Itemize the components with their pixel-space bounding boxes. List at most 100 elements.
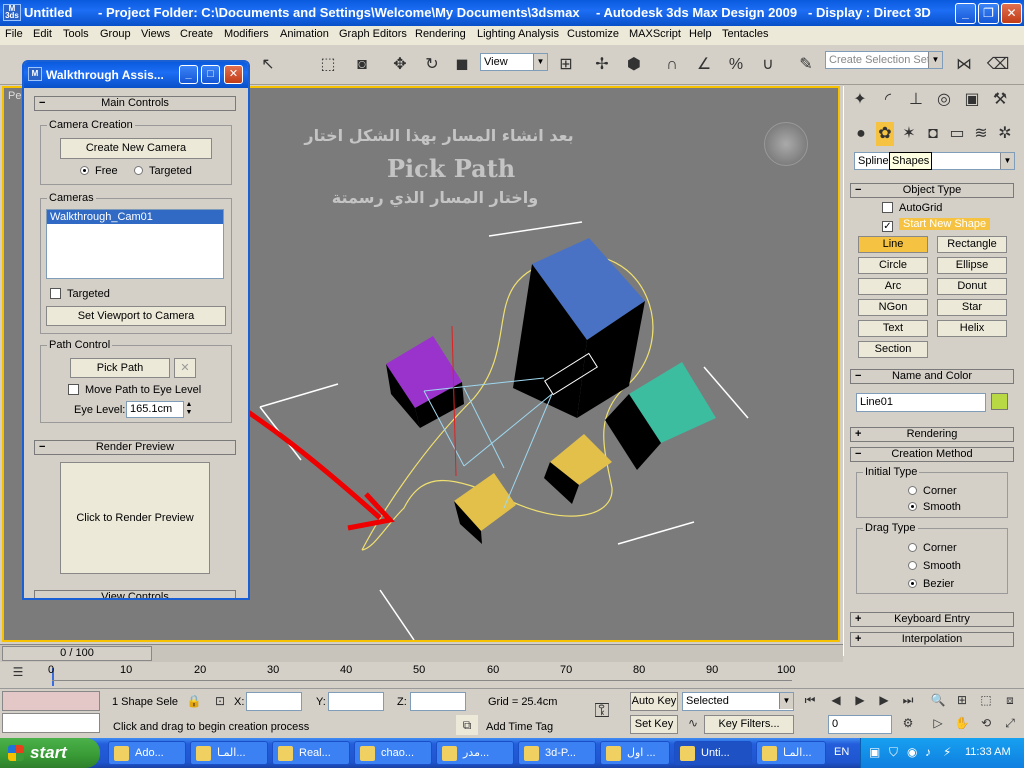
camera-list[interactable]: Walkthrough_Cam01 — [46, 209, 224, 279]
pick-path-button[interactable]: Pick Path — [70, 358, 170, 378]
set-viewport-to-camera-button[interactable]: Set Viewport to Camera — [46, 306, 226, 326]
creation-method-rollout[interactable]: − Creation Method — [850, 447, 1014, 462]
main-controls-rollout[interactable]: − Main Controls — [34, 96, 236, 111]
select-object-icon[interactable]: ↖ — [256, 53, 280, 77]
menu-tools[interactable]: Tools — [63, 28, 89, 40]
menu-customize[interactable]: Customize — [567, 28, 619, 40]
title-bar[interactable]: M 3ds Untitled - Project Folder: C:\Docum… — [0, 0, 1024, 26]
modify-tab-icon[interactable]: ◜ — [876, 88, 900, 112]
start-new-shape-checkbox[interactable]: ✓ Start New Shape — [882, 218, 991, 232]
dialog-title-bar[interactable]: M Walkthrough Assis... _ □ ✕ — [24, 62, 248, 88]
menu-edit[interactable]: Edit — [33, 28, 52, 40]
hierarchy-tab-icon[interactable]: ⊥ — [904, 88, 928, 112]
play-icon[interactable]: ▶ — [850, 690, 870, 710]
current-frame-field[interactable]: 0 — [828, 715, 892, 734]
z-coordinate-field[interactable] — [410, 692, 466, 711]
taskbar-item[interactable]: Ado... — [108, 741, 186, 765]
scale-icon[interactable]: ◼ — [450, 53, 474, 77]
previous-frame-icon[interactable]: ◀ — [826, 690, 846, 710]
taskbar-item[interactable]: اول ... — [600, 741, 670, 765]
eye-level-spinner-icon[interactable]: ▲ ▼ — [184, 401, 194, 418]
rendering-rollout[interactable]: + Rendering — [850, 427, 1014, 442]
zoom-extents-icon[interactable]: ⬚ — [976, 690, 996, 710]
select-manipulate-icon[interactable]: ✢ — [590, 53, 614, 77]
time-slider-thumb[interactable]: 0 / 100 — [2, 646, 152, 661]
minimize-button[interactable]: _ — [955, 3, 976, 24]
lights-category-icon[interactable]: ✶ — [900, 122, 918, 146]
snap-toggle-icon[interactable]: ∩ — [660, 53, 684, 77]
shapes-category-icon[interactable]: ✿ — [876, 122, 894, 146]
pivot-point-icon[interactable]: ⊞ — [554, 53, 578, 77]
taskbar-item[interactable]: chao... — [354, 741, 432, 765]
volume-icon[interactable]: ♪ — [925, 745, 931, 759]
drag-corner-radio[interactable]: Corner — [908, 542, 957, 554]
keyboard-entry-rollout[interactable]: + Keyboard Entry — [850, 612, 1014, 627]
go-to-end-icon[interactable]: ⏭ — [898, 690, 918, 710]
object-name-field[interactable]: Line01 — [856, 393, 986, 412]
dialog-minimize-button[interactable]: _ — [179, 65, 198, 84]
window-crossing-icon[interactable]: ◙ — [350, 53, 374, 77]
space-warps-category-icon[interactable]: ≋ — [972, 122, 990, 146]
drag-smooth-radio[interactable]: Smooth — [908, 560, 961, 572]
maximize-viewport-icon[interactable]: ⤢ — [1000, 713, 1020, 733]
set-key-button[interactable]: Set Key — [630, 715, 678, 734]
donut-button[interactable]: Donut — [937, 278, 1007, 295]
star-button[interactable]: Star — [937, 299, 1007, 316]
orbit-icon[interactable]: ⟲ — [976, 713, 996, 733]
security-icon[interactable]: ◉ — [907, 745, 917, 759]
taskbar-item[interactable]: المـا... — [190, 741, 268, 765]
name-and-color-rollout[interactable]: − Name and Color — [850, 369, 1014, 384]
track-bar[interactable]: ☰ 0 10 20 30 40 50 60 70 80 90 100 — [0, 662, 843, 688]
open-mini-curve-editor-icon[interactable]: ☰ — [8, 662, 28, 682]
rectangle-button[interactable]: Rectangle — [937, 236, 1007, 253]
region-select-icon[interactable]: ⬚ — [316, 53, 340, 77]
ellipse-button[interactable]: Ellipse — [937, 257, 1007, 274]
go-to-start-icon[interactable]: ⏮ — [800, 690, 820, 710]
taskbar-item-active[interactable]: Unti... — [674, 741, 752, 765]
angle-snap-icon[interactable]: ∠ — [692, 53, 716, 77]
close-button[interactable]: ✕ — [1001, 3, 1022, 24]
align-icon[interactable]: ⌫ — [986, 53, 1010, 77]
time-configuration-icon[interactable]: ⚙ — [898, 713, 918, 733]
antivirus-icon[interactable]: ⛉ — [889, 745, 898, 760]
taskbar-item[interactable]: Real... — [272, 741, 350, 765]
initial-corner-radio[interactable]: Corner — [908, 485, 957, 497]
circle-button[interactable]: Circle — [858, 257, 928, 274]
drag-bezier-radio[interactable]: Bezier — [908, 578, 954, 590]
menu-file[interactable]: File — [5, 28, 23, 40]
shape-category-dropdown[interactable]: Splines Shapes ▼ — [854, 152, 1015, 170]
move-icon[interactable]: ✥ — [388, 53, 412, 77]
menu-tentacles[interactable]: Tentacles — [722, 28, 768, 40]
targeted-camera-radio[interactable]: Targeted — [134, 165, 192, 177]
cameras-category-icon[interactable]: ◘ — [924, 122, 942, 146]
network-icon[interactable]: ▣ — [869, 745, 880, 759]
key-mode-dropdown[interactable]: Selected ▼ — [682, 692, 794, 711]
maxscript-listener-pink[interactable] — [2, 691, 100, 711]
maxscript-listener-white[interactable] — [2, 713, 100, 733]
display-tab-icon[interactable]: ▣ — [960, 88, 984, 112]
edit-named-selection-icon[interactable]: ✎ — [794, 53, 818, 77]
interpolation-rollout[interactable]: + Interpolation — [850, 632, 1014, 647]
mirror-icon[interactable]: ⋈ — [952, 53, 976, 77]
object-type-rollout[interactable]: − Object Type — [850, 183, 1014, 198]
app-tray-icon[interactable]: ⚡ — [943, 745, 951, 759]
menu-rendering[interactable]: Rendering — [415, 28, 466, 40]
field-of-view-icon[interactable]: ▷ — [928, 713, 948, 733]
camera-list-item[interactable]: Walkthrough_Cam01 — [47, 210, 223, 224]
menu-help[interactable]: Help — [689, 28, 712, 40]
motion-tab-icon[interactable]: ◎ — [932, 88, 956, 112]
targeted-checkbox[interactable]: Targeted — [50, 288, 110, 300]
text-button[interactable]: Text — [858, 320, 928, 337]
zoom-icon[interactable]: 🔍 — [928, 690, 948, 710]
pan-icon[interactable]: ✋ — [952, 713, 972, 733]
key-filters-button[interactable]: Key Filters... — [704, 715, 794, 734]
3dsmax-app-icon[interactable]: M 3ds — [3, 4, 21, 21]
time-tag-icon[interactable]: ⧉ — [456, 715, 478, 735]
keyboard-shortcut-icon[interactable]: ⬢ — [622, 53, 646, 77]
menu-group[interactable]: Group — [100, 28, 131, 40]
language-indicator[interactable]: EN — [834, 746, 849, 758]
add-time-tag[interactable]: Add Time Tag — [486, 721, 553, 733]
click-to-render-preview-button[interactable]: Click to Render Preview — [60, 462, 210, 574]
section-button[interactable]: Section — [858, 341, 928, 358]
auto-key-button[interactable]: Auto Key — [630, 692, 678, 711]
